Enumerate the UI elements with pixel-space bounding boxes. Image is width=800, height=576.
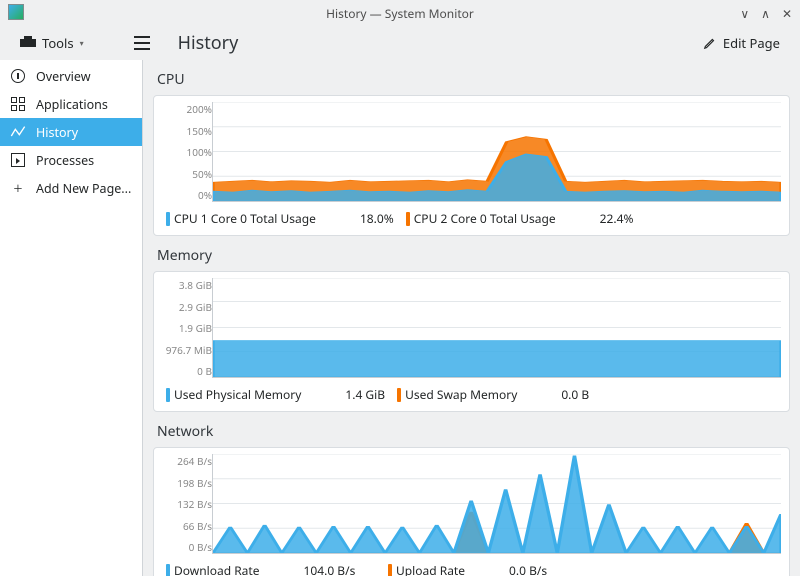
network-panel-title: Network [157,422,786,441]
window-title: History — System Monitor [326,5,474,22]
swap-used-swatch [397,388,401,402]
edit-page-label: Edit Page [723,34,780,52]
network-y-axis: 264 B/s 198 B/s 132 B/s 66 B/s 0 B/s [162,454,212,554]
plus-icon: + [10,180,26,196]
download-legend-label: Download Rate [174,562,260,576]
sidebar-item-history[interactable]: History [0,118,142,146]
pencil-icon [703,36,717,50]
cpu-card: 200% 150% 100% 50% 0% CPU 1 Core 0 Total… [153,95,790,236]
toolbar: Tools ▾ History Edit Page [0,26,800,60]
processes-icon [10,152,26,168]
sidebar-item-processes[interactable]: Processes [0,146,142,174]
sidebar-item-add-page[interactable]: + Add New Page... [0,174,142,202]
cpu1-swatch [166,212,170,226]
cpu2-swatch [406,212,410,226]
overview-icon [10,68,26,84]
cpu2-legend-value: 22.4% [600,210,634,227]
page-title: History [178,31,239,55]
upload-legend-label: Upload Rate [396,562,465,576]
memory-chart [212,278,781,378]
memory-used-legend-value: 1.4 GiB [345,386,385,403]
maximize-button[interactable]: ∧ [761,5,770,22]
download-legend-value: 104.0 B/s [304,562,356,576]
minimize-button[interactable]: ∨ [740,5,749,22]
app-icon [8,4,24,20]
history-icon [10,124,26,140]
sidebar-item-overview[interactable]: Overview [0,62,142,90]
main-content[interactable]: CPU 200% 150% 100% 50% 0% CPU 1 Core 0 T… [143,60,800,576]
cpu1-legend-label: CPU 1 Core 0 Total Usage [174,210,316,227]
swap-used-legend-label: Used Swap Memory [405,386,517,403]
chevron-down-icon: ▾ [80,38,84,49]
upload-swatch [388,564,392,576]
sidebar: Overview Applications History Processes … [0,60,143,576]
sidebar-item-applications[interactable]: Applications [0,90,142,118]
edit-page-button[interactable]: Edit Page [695,30,788,56]
download-swatch [166,564,170,576]
sidebar-item-label: Processes [36,152,94,169]
memory-card: 3.8 GiB 2.9 GiB 1.9 GiB 976.7 MiB 0 B Us… [153,271,790,412]
cpu2-legend-label: CPU 2 Core 0 Total Usage [414,210,556,227]
memory-used-swatch [166,388,170,402]
hamburger-button[interactable] [134,36,150,50]
network-card: 264 B/s 198 B/s 132 B/s 66 B/s 0 B/s Dow… [153,447,790,576]
network-chart [212,454,781,554]
sidebar-item-label: Add New Page... [36,180,131,197]
cpu-panel-title: CPU [157,70,786,89]
toolbox-icon [20,36,36,50]
swap-used-legend-value: 0.0 B [561,386,589,403]
cpu-chart [212,102,781,202]
applications-icon [10,96,26,112]
memory-y-axis: 3.8 GiB 2.9 GiB 1.9 GiB 976.7 MiB 0 B [162,278,212,378]
sidebar-item-label: Overview [36,68,91,85]
titlebar: History — System Monitor ∨ ∧ ✕ [0,0,800,26]
cpu-y-axis: 200% 150% 100% 50% 0% [162,102,212,202]
tools-menu-button[interactable]: Tools ▾ [12,30,92,56]
memory-panel-title: Memory [157,246,786,265]
upload-legend-value: 0.0 B/s [509,562,547,576]
sidebar-item-label: Applications [36,96,108,113]
memory-used-legend-label: Used Physical Memory [174,386,301,403]
cpu1-legend-value: 18.0% [360,210,394,227]
tools-label: Tools [42,34,74,52]
close-button[interactable]: ✕ [782,5,792,22]
sidebar-item-label: History [36,124,78,141]
